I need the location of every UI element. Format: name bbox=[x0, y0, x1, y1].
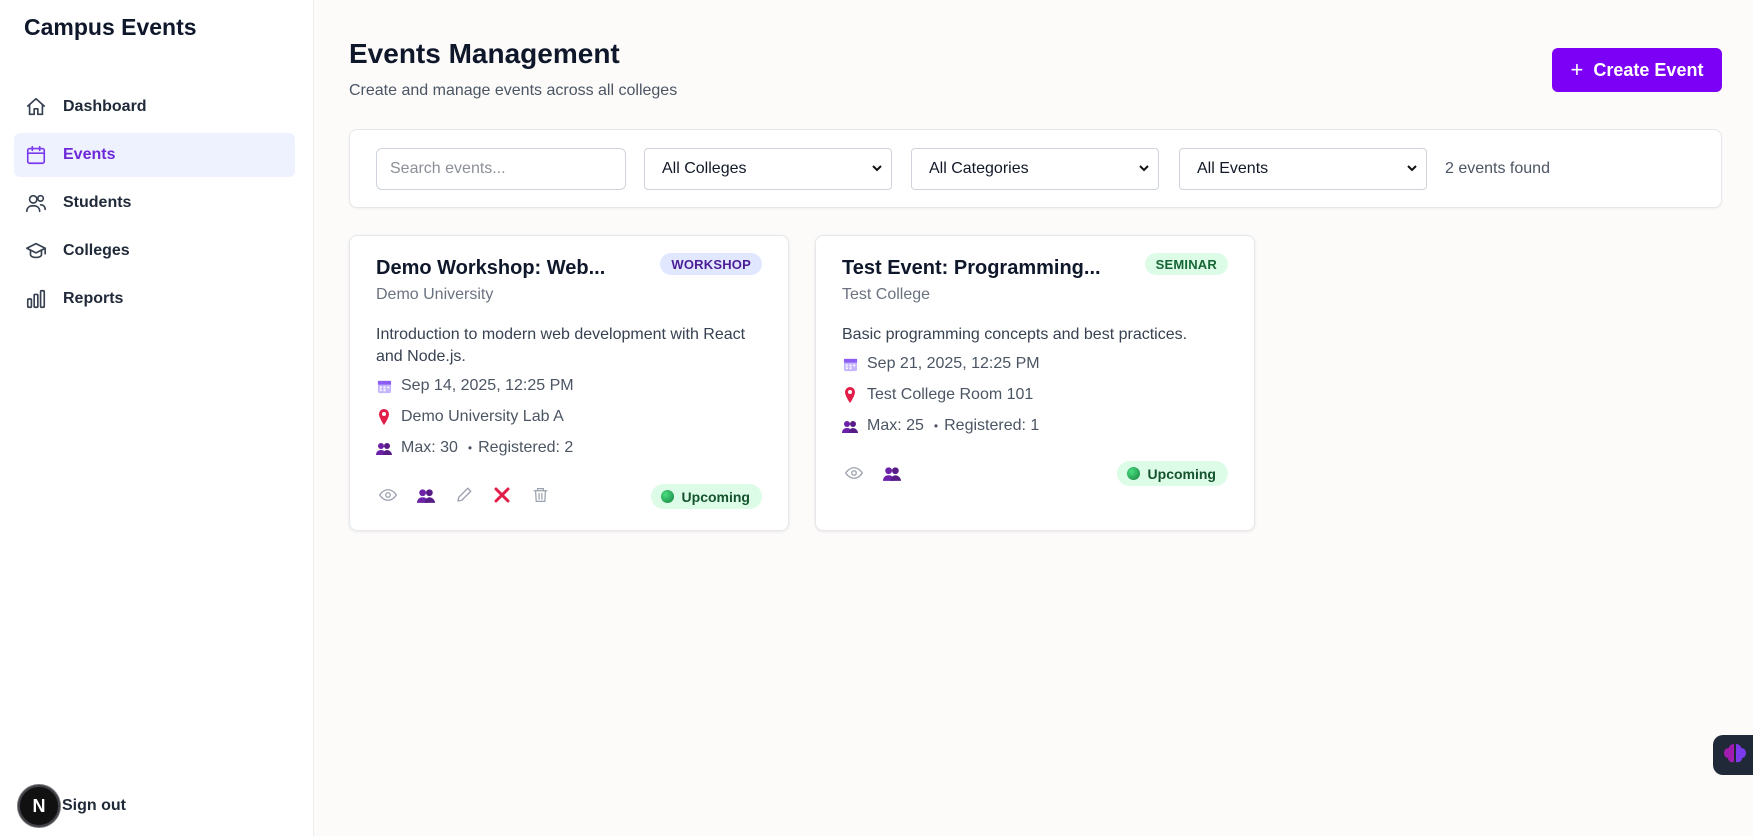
search-input[interactable] bbox=[376, 148, 626, 190]
event-title: Test Event: Programming... bbox=[842, 257, 1101, 279]
event-actions bbox=[376, 483, 566, 507]
avatar[interactable]: N bbox=[18, 785, 60, 827]
event-location: Demo University Lab A bbox=[376, 408, 564, 426]
event-card: Demo Workshop: Web... WORKSHOP Demo Univ… bbox=[349, 235, 789, 531]
calendar-icon bbox=[24, 143, 48, 167]
sidebar-item-label: Events bbox=[63, 146, 116, 163]
calendar-icon bbox=[842, 357, 858, 372]
status-dot-icon bbox=[1126, 467, 1140, 480]
events-count: 2 events found bbox=[1445, 160, 1550, 177]
status-badge: Upcoming bbox=[650, 484, 762, 509]
sidebar-item-dashboard[interactable]: Dashboard bbox=[14, 85, 295, 129]
home-icon bbox=[24, 95, 48, 119]
status-select-value: All Events bbox=[1197, 160, 1269, 177]
sidebar-item-reports[interactable]: Reports bbox=[14, 277, 295, 321]
event-date: Sep 14, 2025, 12:25 PM bbox=[376, 377, 574, 395]
sidebar-item-students[interactable]: Students bbox=[14, 181, 295, 225]
sidebar: Campus Events Dashboard Events Students … bbox=[0, 0, 314, 836]
event-college: Demo University bbox=[376, 286, 494, 303]
registrations-icon[interactable] bbox=[880, 461, 904, 485]
page-subtitle: Create and manage events across all coll… bbox=[349, 82, 678, 99]
event-title: Demo Workshop: Web... bbox=[376, 257, 606, 279]
sign-out-button[interactable]: Sign out bbox=[62, 797, 126, 815]
graduation-cap-icon bbox=[24, 239, 48, 263]
sidebar-item-label: Dashboard bbox=[63, 98, 147, 115]
brain-icon bbox=[1723, 742, 1747, 769]
sidebar-item-label: Students bbox=[63, 194, 132, 211]
event-college: Test College bbox=[842, 286, 931, 303]
status-dot-icon bbox=[660, 490, 674, 503]
create-event-label: Create Event bbox=[1593, 59, 1704, 80]
pin-icon bbox=[376, 409, 392, 425]
filter-bar: All Colleges All Categories All Events 2… bbox=[349, 129, 1722, 208]
bar-chart-icon bbox=[24, 287, 48, 311]
plus-icon: + bbox=[1570, 57, 1584, 82]
chevron-down-icon bbox=[1406, 162, 1418, 177]
app-title: Campus Events bbox=[24, 14, 197, 40]
event-description: Basic programming concepts and best prac… bbox=[842, 326, 1188, 343]
sidebar-item-label: Colleges bbox=[63, 242, 130, 259]
category-badge: WORKSHOP bbox=[660, 253, 762, 275]
assistant-button[interactable] bbox=[1713, 735, 1753, 775]
event-date: Sep 21, 2025, 12:25 PM bbox=[842, 355, 1040, 373]
users-icon bbox=[376, 442, 392, 455]
users-icon bbox=[842, 420, 858, 433]
create-event-button[interactable]: + Create Event bbox=[1552, 48, 1722, 92]
registrations-icon[interactable] bbox=[414, 483, 438, 507]
users-icon bbox=[24, 191, 48, 215]
status-badge: Upcoming bbox=[1116, 461, 1228, 486]
page-title: Events Management bbox=[349, 38, 620, 69]
category-select-value: All Categories bbox=[929, 160, 1029, 177]
view-icon[interactable] bbox=[376, 483, 400, 507]
college-select[interactable]: All Colleges bbox=[644, 148, 892, 190]
event-card: Test Event: Programming... SEMINAR Test … bbox=[815, 235, 1255, 531]
cancel-icon[interactable] bbox=[490, 483, 514, 507]
sidebar-item-events[interactable]: Events bbox=[14, 133, 295, 177]
status-select[interactable]: All Events bbox=[1179, 148, 1427, 190]
event-description: Introduction to modern web development w… bbox=[376, 326, 746, 365]
sidebar-item-colleges[interactable]: Colleges bbox=[14, 229, 295, 273]
category-badge: SEMINAR bbox=[1144, 253, 1228, 275]
category-select[interactable]: All Categories bbox=[911, 148, 1159, 190]
edit-icon[interactable] bbox=[452, 483, 476, 507]
delete-icon[interactable] bbox=[528, 483, 552, 507]
sign-out[interactable]: N Sign out bbox=[18, 785, 126, 827]
chevron-down-icon bbox=[1138, 162, 1150, 177]
chevron-down-icon bbox=[871, 162, 883, 177]
calendar-icon bbox=[376, 379, 392, 394]
sidebar-item-label: Reports bbox=[63, 290, 124, 307]
view-icon[interactable] bbox=[842, 461, 866, 485]
pin-icon bbox=[842, 387, 858, 403]
event-location: Test College Room 101 bbox=[842, 386, 1033, 404]
event-actions bbox=[842, 461, 918, 485]
sidebar-nav: Dashboard Events Students Colleges Repor… bbox=[14, 85, 295, 325]
event-capacity: Max: 30 • Registered: 2 bbox=[376, 439, 573, 457]
event-capacity: Max: 25 • Registered: 1 bbox=[842, 417, 1039, 435]
college-select-value: All Colleges bbox=[662, 160, 747, 177]
